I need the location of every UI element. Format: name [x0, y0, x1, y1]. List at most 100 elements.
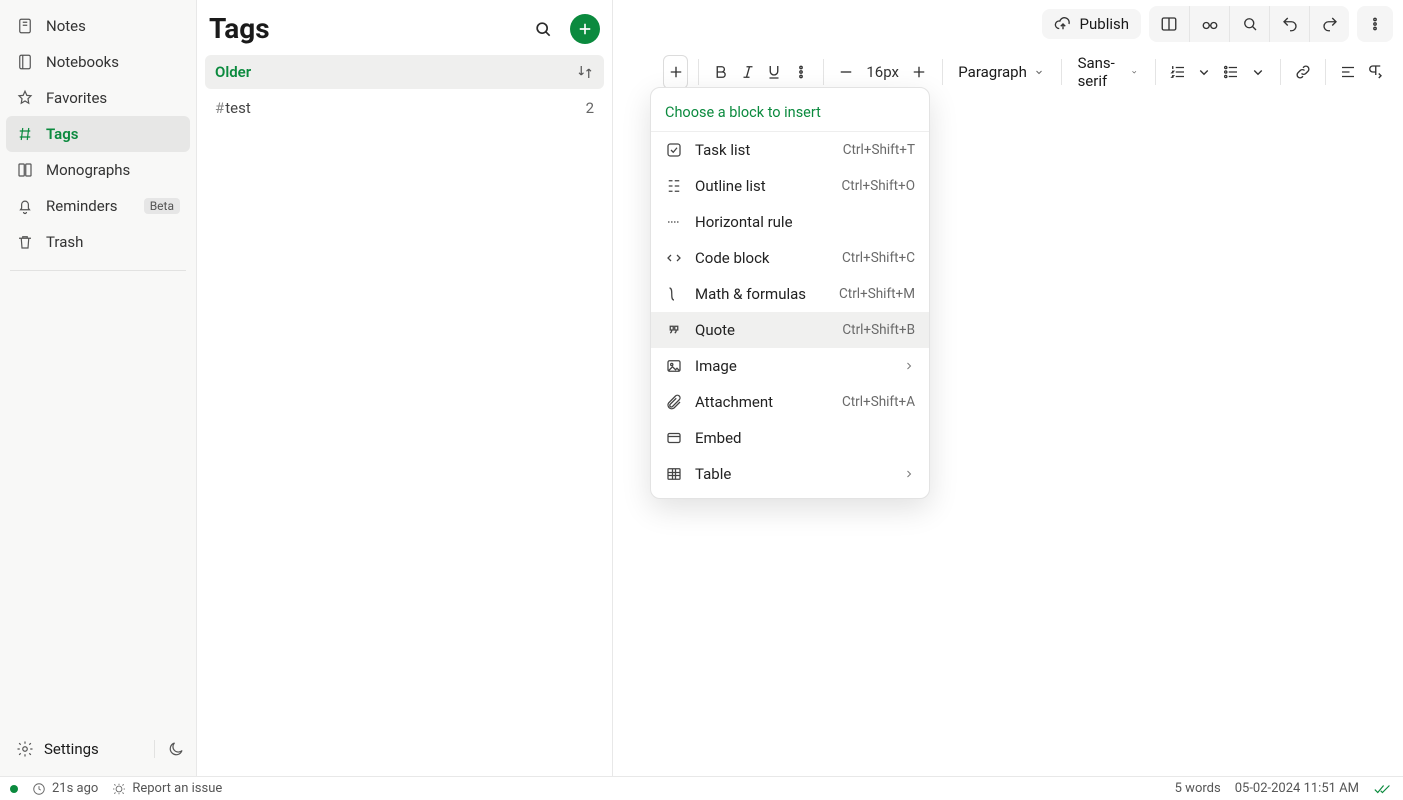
chevron-down-icon: [1249, 63, 1267, 81]
find-button[interactable]: [1229, 6, 1269, 42]
italic-icon: [739, 63, 757, 81]
bullet-list-icon: [1222, 63, 1240, 81]
monograph-icon: [16, 161, 34, 179]
page-title: Tags: [209, 12, 528, 45]
bullet-list-more-button[interactable]: [1245, 55, 1270, 89]
font-size-increase-button[interactable]: [907, 55, 932, 89]
sidebar-spacer: [6, 281, 190, 728]
report-issue-button[interactable]: Report an issue: [112, 781, 222, 796]
dropdown-item-outline[interactable]: Outline list Ctrl+Shift+O: [651, 168, 929, 204]
word-count: 5 words: [1175, 781, 1221, 796]
insert-block-dropdown: Choose a block to insert Task list Ctrl+…: [650, 87, 930, 499]
group-label: Older: [215, 63, 251, 81]
dropdown-item-quote[interactable]: Quote Ctrl+Shift+B: [651, 312, 929, 348]
bullet-list-button[interactable]: [1219, 55, 1244, 89]
sidebar-item-monographs[interactable]: Monographs: [6, 152, 190, 188]
sidebar-item-label: Notebooks: [46, 53, 180, 71]
tags-group-older[interactable]: Older: [205, 55, 604, 89]
sidebar-divider: [10, 270, 186, 271]
chevron-down-icon: [1033, 66, 1045, 78]
toolbar-separator: [1155, 59, 1156, 85]
dropdown-item-attachment[interactable]: Attachment Ctrl+Shift+A: [651, 384, 929, 420]
dropdown-item-hrule[interactable]: Horizontal rule: [651, 204, 929, 240]
dropdown-item-label: Quote: [695, 321, 830, 339]
undo-icon: [1281, 15, 1299, 33]
numbered-list-button[interactable]: [1166, 55, 1191, 89]
sidebar-item-label: Tags: [46, 125, 180, 143]
sidebar-item-notebooks[interactable]: Notebooks: [6, 44, 190, 80]
more-format-button[interactable]: [789, 55, 814, 89]
add-tag-button[interactable]: [570, 14, 600, 44]
gear-icon: [16, 740, 34, 758]
dropdown-item-math[interactable]: Math & formulas Ctrl+Shift+M: [651, 276, 929, 312]
font-size-decrease-button[interactable]: [834, 55, 859, 89]
dropdown-item-label: Task list: [695, 141, 831, 159]
toolbar-separator: [1280, 59, 1281, 85]
note-icon: [16, 17, 34, 35]
dropdown-item-tasklist[interactable]: Task list Ctrl+Shift+T: [651, 132, 929, 168]
search-button[interactable]: [528, 14, 558, 44]
sidebar-item-label: Favorites: [46, 89, 180, 107]
undo-button[interactable]: [1269, 6, 1309, 42]
publish-button[interactable]: Publish: [1042, 9, 1141, 39]
sort-icon[interactable]: [576, 63, 594, 81]
font-family-dropdown[interactable]: Sans-serif: [1072, 54, 1145, 90]
insert-block-button[interactable]: [663, 55, 688, 89]
sync-status[interactable]: 21s ago: [32, 781, 98, 796]
redo-icon: [1321, 15, 1339, 33]
more-menu-button[interactable]: [1357, 6, 1393, 42]
italic-button[interactable]: [735, 55, 760, 89]
dropdown-item-shortcut: Ctrl+Shift+M: [839, 286, 915, 302]
theme-toggle[interactable]: [154, 740, 186, 758]
dropdown-item-embed[interactable]: Embed: [651, 420, 929, 456]
outline-list-icon: [665, 177, 683, 195]
sidebar-item-label: Notes: [46, 17, 180, 35]
focus-mode-button[interactable]: [1189, 6, 1229, 42]
dropdown-item-shortcut: Ctrl+Shift+T: [843, 142, 915, 158]
sidebar-item-trash[interactable]: Trash: [6, 224, 190, 260]
sidebar-item-reminders[interactable]: Reminders Beta: [6, 188, 190, 224]
link-icon: [1294, 63, 1312, 81]
sidebar-item-favorites[interactable]: Favorites: [6, 80, 190, 116]
plus-icon: [910, 63, 928, 81]
sidebar-item-tags[interactable]: Tags: [6, 116, 190, 152]
align-button[interactable]: [1336, 55, 1361, 89]
dropdown-item-shortcut: Ctrl+Shift+O: [841, 178, 915, 194]
dropdown-item-table[interactable]: Table: [651, 456, 929, 492]
align-icon: [1339, 63, 1357, 81]
settings-button[interactable]: Settings: [10, 734, 146, 764]
dropdown-item-image[interactable]: Image: [651, 348, 929, 384]
glasses-icon: [1201, 15, 1219, 33]
block-style-dropdown[interactable]: Paragraph: [952, 63, 1051, 81]
chevron-down-icon: [1130, 66, 1138, 78]
tag-row[interactable]: # test 2: [205, 89, 604, 127]
embed-icon: [665, 429, 683, 447]
settings-label: Settings: [44, 740, 99, 758]
font-size-value: 16px: [860, 63, 905, 81]
font-family-value: Sans-serif: [1078, 54, 1125, 90]
numbered-list-more-button[interactable]: [1192, 55, 1217, 89]
redo-button[interactable]: [1309, 6, 1349, 42]
tasklist-icon: [665, 141, 683, 159]
dropdown-item-label: Math & formulas: [695, 285, 827, 303]
underline-button[interactable]: [762, 55, 787, 89]
table-icon: [665, 465, 683, 483]
report-issue-label: Report an issue: [132, 781, 222, 796]
link-button[interactable]: [1291, 55, 1316, 89]
horizontal-rule-icon: [665, 213, 683, 231]
split-view-button[interactable]: [1149, 6, 1189, 42]
sync-time-label: 21s ago: [52, 781, 98, 796]
hash-symbol: #: [215, 99, 224, 117]
beta-badge: Beta: [144, 198, 180, 214]
dropdown-item-codeblock[interactable]: Code block Ctrl+Shift+C: [651, 240, 929, 276]
tag-name: test: [225, 99, 251, 117]
bold-icon: [712, 63, 730, 81]
tags-header: Tags: [205, 8, 604, 55]
sidebar-item-notes[interactable]: Notes: [6, 8, 190, 44]
underline-icon: [765, 63, 783, 81]
sidebar-footer: Settings: [6, 728, 190, 766]
bold-button[interactable]: [709, 55, 734, 89]
text-direction-button[interactable]: [1362, 55, 1387, 89]
sidebar-item-label: Trash: [46, 233, 180, 251]
dropdown-item-label: Code block: [695, 249, 830, 267]
